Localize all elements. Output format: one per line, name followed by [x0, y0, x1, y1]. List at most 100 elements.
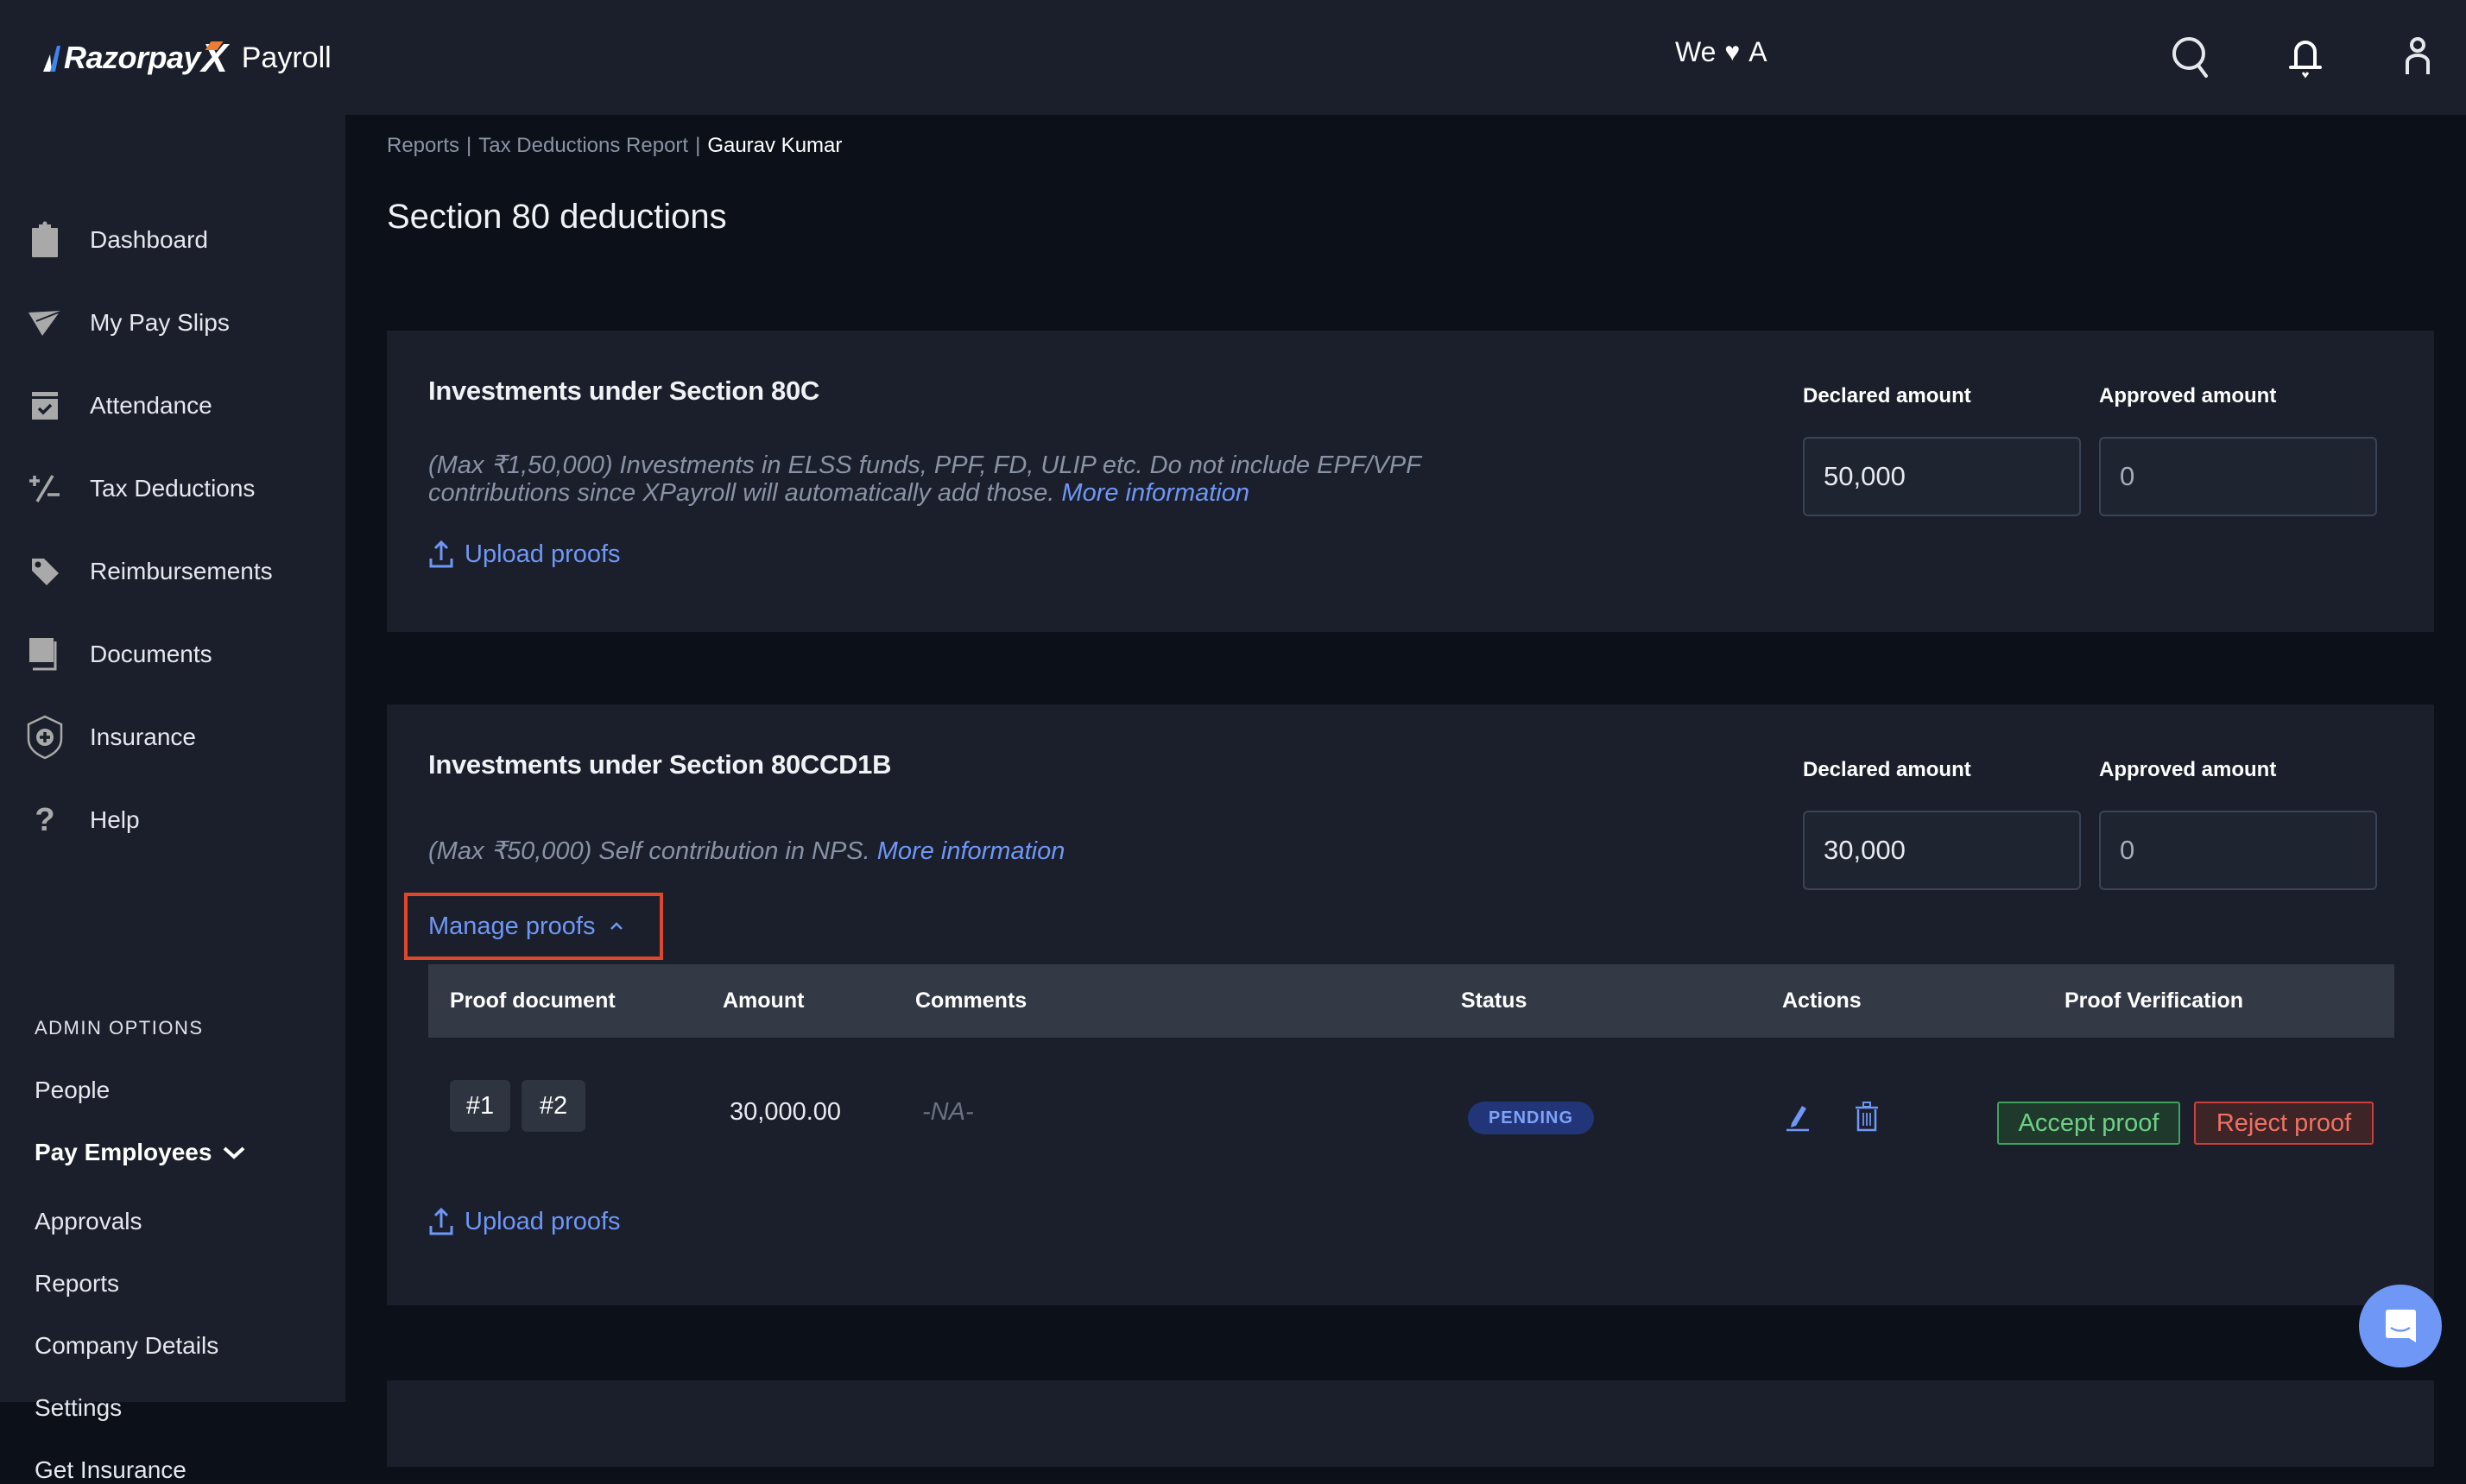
accept-proof-button[interactable]: Accept proof — [1997, 1102, 2180, 1145]
section-80ccd1b-card: Investments under Section 80CCD1B (Max ₹… — [387, 704, 2434, 1305]
approved-amount-input[interactable]: 0 — [2099, 811, 2377, 890]
brand-name: Razorpay — [64, 40, 201, 75]
edit-proof-button[interactable] — [1780, 1100, 1815, 1134]
plus-minus-icon — [26, 470, 64, 508]
approved-amount-label: Approved amount — [2099, 758, 2277, 781]
sidebar-item-tax-deductions[interactable]: Tax Deductions — [0, 458, 345, 519]
upload-proofs-label: Upload proofs — [465, 540, 621, 568]
breadcrumb-separator: | — [695, 134, 701, 157]
declared-amount-label: Declared amount — [1803, 758, 1971, 781]
manage-proofs-toggle[interactable]: Manage proofs — [404, 893, 663, 960]
section-title: Investments under Section 80CCD1B — [428, 749, 892, 780]
sidebar-item-label: Pay Employees — [35, 1139, 212, 1165]
more-information-link[interactable]: More information — [877, 837, 1065, 865]
approved-amount-label: Approved amount — [2099, 384, 2277, 407]
sidebar-item-help[interactable]: ? Help — [0, 790, 345, 850]
sidebar-item-insurance[interactable]: Insurance — [0, 707, 345, 767]
admin-options-heading: ADMIN OPTIONS — [35, 1017, 204, 1039]
description-text: (Max ₹1,50,000) Investments in ELSS fund… — [428, 452, 1421, 507]
sidebar-admin-get-insurance[interactable]: Get Insurance — [35, 1456, 187, 1484]
razorpayx-payroll-logo[interactable]: Razorpay X Payroll — [41, 35, 332, 80]
notifications-button[interactable] — [2281, 33, 2330, 81]
clipboard-icon — [26, 221, 64, 259]
profile-button[interactable] — [2393, 33, 2442, 81]
search-icon — [2172, 37, 2208, 78]
search-button[interactable] — [2167, 33, 2216, 81]
sidebar-item-label: Dashboard — [90, 226, 208, 253]
status-badge: PENDING — [1468, 1102, 1594, 1134]
documents-icon — [26, 635, 64, 673]
user-icon — [2406, 37, 2430, 74]
chat-support-button[interactable] — [2359, 1285, 2442, 1367]
page-title: Section 80 deductions — [387, 198, 727, 236]
section-description: (Max ₹1,50,000) Investments in ELSS fund… — [428, 452, 1551, 507]
proof-amount: 30,000.00 — [730, 1098, 842, 1126]
sidebar-item-label: My Pay Slips — [90, 309, 230, 336]
upload-icon — [429, 1207, 453, 1235]
sidebar: Dashboard My Pay Slips Attendance Tax De… — [0, 115, 345, 1483]
main-content: Reports | Tax Deductions Report | Gaurav… — [345, 115, 2466, 1467]
delete-proof-button[interactable] — [1850, 1100, 1884, 1134]
product-name: Payroll — [241, 41, 332, 74]
sidebar-admin-pay-employees[interactable]: Pay Employees — [35, 1139, 246, 1166]
tag-icon — [26, 553, 64, 590]
sidebar-admin-settings[interactable]: Settings — [35, 1394, 122, 1422]
declared-amount-input[interactable]: 50,000 — [1803, 437, 2081, 516]
calendar-check-icon — [26, 387, 64, 425]
column-header: Proof document — [450, 988, 616, 1013]
sidebar-item-my-pay-slips[interactable]: My Pay Slips — [0, 293, 345, 353]
table-header: Proof document Amount Comments Status Ac… — [428, 964, 2394, 1038]
sidebar-item-dashboard[interactable]: Dashboard — [0, 210, 345, 270]
pencil-icon — [1786, 1106, 1809, 1132]
column-header: Proof Verification — [2064, 988, 2243, 1013]
proof-document-chip[interactable]: #2 — [522, 1080, 585, 1132]
paper-plane-icon — [26, 304, 64, 342]
upload-proofs-button[interactable]: Upload proofs — [428, 540, 621, 569]
sidebar-item-reimbursements[interactable]: Reimbursements — [0, 541, 345, 602]
proof-document-chip[interactable]: #1 — [450, 1080, 510, 1132]
column-header: Status — [1461, 988, 1527, 1013]
sidebar-admin-reports[interactable]: Reports — [35, 1270, 119, 1298]
sidebar-item-label: Documents — [90, 641, 212, 667]
chat-icon — [2386, 1310, 2416, 1342]
tagline-left: We — [1675, 36, 1717, 67]
sidebar-item-attendance[interactable]: Attendance — [0, 376, 345, 436]
declared-amount-input[interactable]: 30,000 — [1803, 811, 2081, 890]
section-80c-card: Investments under Section 80C (Max ₹1,50… — [387, 331, 2434, 632]
breadcrumb-separator: | — [466, 134, 472, 157]
sidebar-item-label: Attendance — [90, 392, 212, 419]
section-title: Investments under Section 80C — [428, 376, 819, 406]
declared-amount-label: Declared amount — [1803, 384, 1971, 407]
proof-comments: -NA- — [922, 1098, 974, 1126]
top-bar: Razorpay X Payroll We ♥ A — [0, 0, 2466, 115]
breadcrumb-tax-deductions-report[interactable]: Tax Deductions Report — [478, 134, 688, 158]
sidebar-item-label: Help — [90, 806, 140, 833]
tagline-right: A — [1748, 36, 1767, 67]
column-header: Amount — [723, 988, 805, 1013]
more-information-link[interactable]: More information — [1061, 479, 1249, 507]
shield-plus-icon — [26, 715, 64, 760]
bell-icon — [2289, 41, 2322, 79]
breadcrumb: Reports | Tax Deductions Report | Gaurav… — [387, 134, 842, 158]
sidebar-item-label: Reimbursements — [90, 558, 273, 584]
upload-proofs-button[interactable]: Upload proofs — [428, 1207, 621, 1236]
question-icon: ? — [35, 801, 55, 838]
chevron-down-icon — [224, 1146, 245, 1159]
chevron-up-icon — [610, 922, 623, 930]
proofs-table: Proof document Amount Comments Status Ac… — [428, 964, 2394, 1189]
sidebar-item-label: Tax Deductions — [90, 475, 256, 502]
reject-proof-button[interactable]: Reject proof — [2194, 1102, 2374, 1145]
next-section-card — [387, 1380, 2434, 1467]
sidebar-admin-company-details[interactable]: Company Details — [35, 1332, 218, 1360]
sidebar-item-documents[interactable]: Documents — [0, 624, 345, 685]
sidebar-admin-people[interactable]: People — [35, 1077, 110, 1104]
sidebar-item-label: Insurance — [90, 723, 196, 750]
description-text: (Max ₹50,000) Self contribution in NPS. — [428, 837, 870, 865]
sidebar-admin-approvals[interactable]: Approvals — [35, 1208, 142, 1235]
upload-icon — [429, 540, 453, 568]
upload-proofs-label: Upload proofs — [465, 1207, 621, 1235]
heart-icon: ♥ — [1724, 37, 1741, 66]
breadcrumb-reports[interactable]: Reports — [387, 134, 459, 158]
approved-amount-input[interactable]: 0 — [2099, 437, 2377, 516]
column-header: Comments — [915, 988, 1028, 1013]
